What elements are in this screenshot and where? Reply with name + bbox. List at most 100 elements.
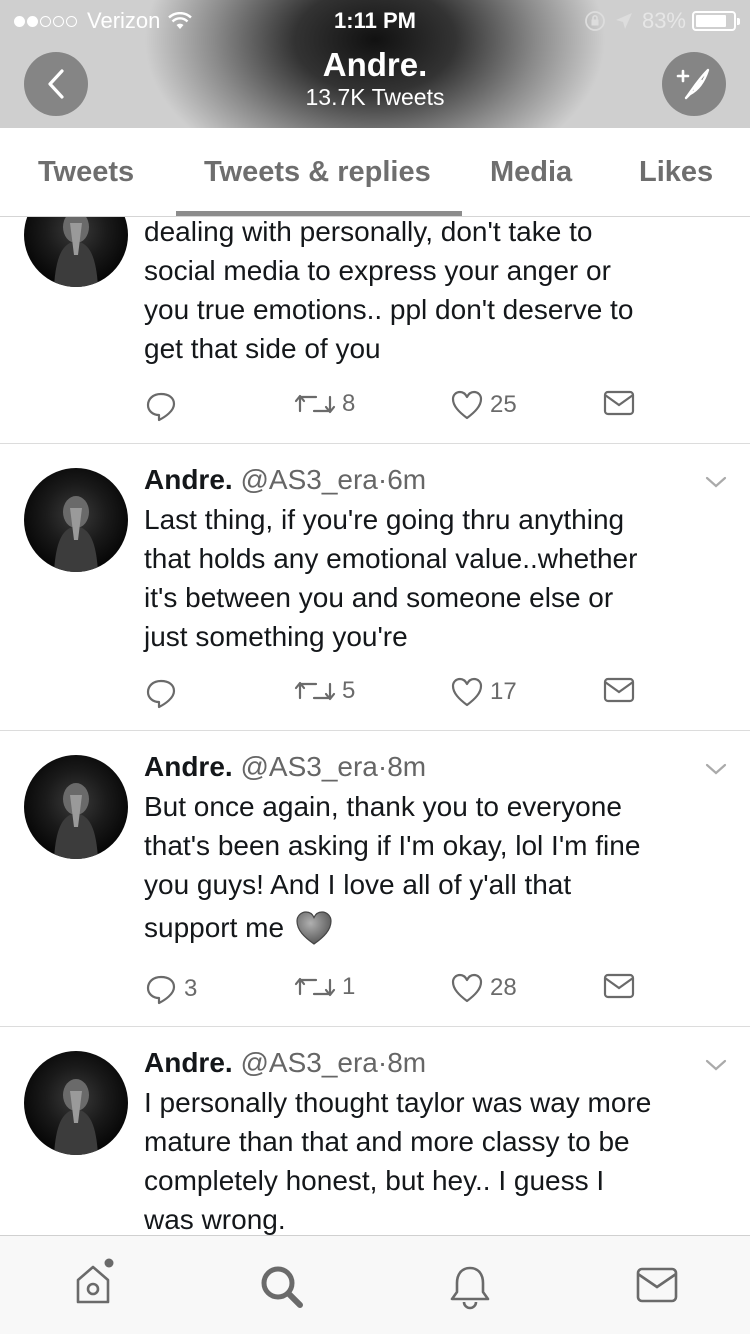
tweet-text-line: I personally thought taylor was way more — [144, 1087, 652, 1118]
tab-tweets[interactable]: Tweets — [38, 156, 134, 189]
avatar[interactable] — [24, 468, 128, 572]
heart-icon — [451, 973, 483, 1003]
envelope-icon — [603, 677, 635, 703]
timeline[interactable]: dealing with personally, don't take to s… — [0, 217, 750, 1235]
like-button[interactable]: 25 — [450, 389, 517, 421]
reply-button[interactable]: 3 — [144, 972, 197, 1006]
like-count: 28 — [490, 974, 517, 1001]
tweet-text: dealing with personally, don't take to s… — [144, 217, 734, 368]
direct-message-button[interactable] — [602, 389, 642, 417]
tweet-text-line: you true emotions.. ppl don't deserve to — [144, 294, 634, 325]
compose-tweet-button[interactable] — [662, 52, 726, 116]
separator: · — [377, 751, 388, 782]
direct-message-button[interactable] — [602, 676, 642, 704]
orientation-lock-icon — [585, 11, 605, 31]
new-content-badge — [104, 1258, 114, 1268]
active-tab-indicator — [176, 211, 462, 216]
reply-icon — [146, 679, 176, 709]
author-name[interactable]: Andre. — [144, 464, 233, 495]
tweet-timestamp: 6m — [387, 464, 427, 495]
tweet-text: I personally thought taylor was way more… — [144, 1083, 734, 1235]
retweet-icon — [294, 681, 336, 701]
retweet-count: 1 — [342, 973, 356, 1000]
compose-tweet-icon — [676, 68, 710, 100]
status-right: 83% — [584, 8, 740, 34]
reply-button[interactable] — [144, 389, 184, 423]
envelope-icon — [603, 390, 635, 416]
tweet-actions: 5 17 — [144, 676, 664, 712]
tweet-text: Last thing, if you're going thru anythin… — [144, 500, 734, 656]
retweet-icon — [294, 977, 336, 997]
reply-icon — [146, 392, 176, 422]
like-button[interactable]: 28 — [450, 972, 517, 1004]
reply-icon — [146, 975, 176, 1005]
tab-media[interactable]: Media — [490, 156, 572, 189]
tweet-text-line: social media to express your anger or — [144, 255, 611, 286]
tweet-item[interactable]: dealing with personally, don't take to s… — [0, 217, 750, 444]
tweet-timestamp: 8m — [387, 1047, 427, 1078]
heart-icon — [451, 677, 483, 707]
author-handle[interactable]: @AS3_era — [240, 464, 377, 495]
chevron-down-icon[interactable] — [704, 474, 728, 490]
tweet-count: 13.7K Tweets — [305, 84, 445, 110]
nav-home-button[interactable] — [72, 1258, 122, 1313]
retweet-button[interactable]: 8 — [294, 389, 355, 419]
battery-icon — [692, 11, 740, 31]
grey-heart-emoji — [296, 910, 332, 945]
tweet-text-line: it's between you and someone else or — [144, 582, 614, 613]
tweet-item[interactable]: Andre. @AS3_era·8m I personally thought … — [0, 1027, 750, 1235]
tweet-item[interactable]: Andre. @AS3_era·6m Last thing, if you're… — [0, 444, 750, 731]
tweet-text-last-line: support me — [144, 908, 734, 947]
tweet-header: Andre. @AS3_era·8m — [144, 751, 426, 783]
tab-likes[interactable]: Likes — [639, 156, 713, 189]
bottom-tab-bar — [0, 1235, 750, 1334]
tweet-item[interactable]: Andre. @AS3_era·8m But once again, thank… — [0, 731, 750, 1027]
retweet-count: 8 — [342, 390, 356, 417]
avatar[interactable] — [24, 1051, 128, 1155]
profile-tabs: Tweets Tweets & replies Media Likes — [0, 128, 750, 217]
tweet-text-line: that holds any emotional value..whether — [144, 543, 638, 574]
tweet-text-line: completely honest, but hey.. I guess I — [144, 1165, 605, 1196]
author-name[interactable]: Andre. — [144, 751, 233, 782]
tweet-timestamp: 8m — [387, 751, 427, 782]
avatar[interactable] — [24, 217, 128, 287]
reply-button[interactable] — [144, 676, 184, 710]
retweet-count: 5 — [342, 677, 356, 704]
profile-name: Andre. — [322, 46, 428, 83]
author-name[interactable]: Andre. — [144, 1047, 233, 1078]
tweet-header: Andre. @AS3_era·6m — [144, 464, 426, 496]
tweet-text-line: that's been asking if I'm okay, lol I'm … — [144, 830, 641, 861]
chevron-down-icon[interactable] — [704, 1057, 728, 1073]
avatar[interactable] — [24, 755, 128, 859]
notifications-bell-icon — [450, 1266, 490, 1310]
author-handle[interactable]: @AS3_era — [240, 751, 377, 782]
like-count: 17 — [490, 678, 517, 705]
tweet-actions: 3 1 28 — [144, 972, 664, 1008]
chevron-down-icon[interactable] — [704, 761, 728, 777]
author-handle[interactable]: @AS3_era — [240, 1047, 377, 1078]
tweet-text-line: you guys! And I love all of y'all that — [144, 869, 572, 900]
tab-tweets-and-replies[interactable]: Tweets & replies — [204, 156, 431, 189]
nav-messages-button[interactable] — [635, 1266, 679, 1309]
tweet-text-line: mature than that and more classy to be — [144, 1126, 630, 1157]
tweet-text-line: But once again, thank you to everyone — [144, 791, 622, 822]
profile-header: Verizon 1:11 PM 83% Andre. 13.7K Tweets — [0, 0, 750, 128]
envelope-icon — [603, 973, 635, 999]
tweet-actions: 8 25 — [144, 389, 664, 425]
direct-message-button[interactable] — [602, 972, 642, 1000]
tweet-text-line: was wrong. — [144, 1204, 286, 1235]
retweet-button[interactable]: 1 — [294, 972, 355, 1002]
tweet-text-line: Last thing, if you're going thru anythin… — [144, 504, 625, 535]
nav-search-button[interactable] — [259, 1264, 305, 1315]
separator: · — [377, 464, 388, 495]
heart-icon — [451, 390, 483, 420]
tweet-text-line: just something you're — [144, 621, 408, 652]
tweet-text: But once again, thank you to everyone th… — [144, 787, 734, 947]
like-button[interactable]: 17 — [450, 676, 517, 708]
retweet-button[interactable]: 5 — [294, 676, 355, 706]
nav-notifications-button[interactable] — [448, 1264, 492, 1315]
tweet-text-line: get that side of you — [144, 333, 381, 364]
location-arrow-icon — [615, 13, 632, 29]
tweet-header: Andre. @AS3_era·8m — [144, 1047, 426, 1079]
tweet-text-line: dealing with personally, don't take to — [144, 217, 593, 247]
